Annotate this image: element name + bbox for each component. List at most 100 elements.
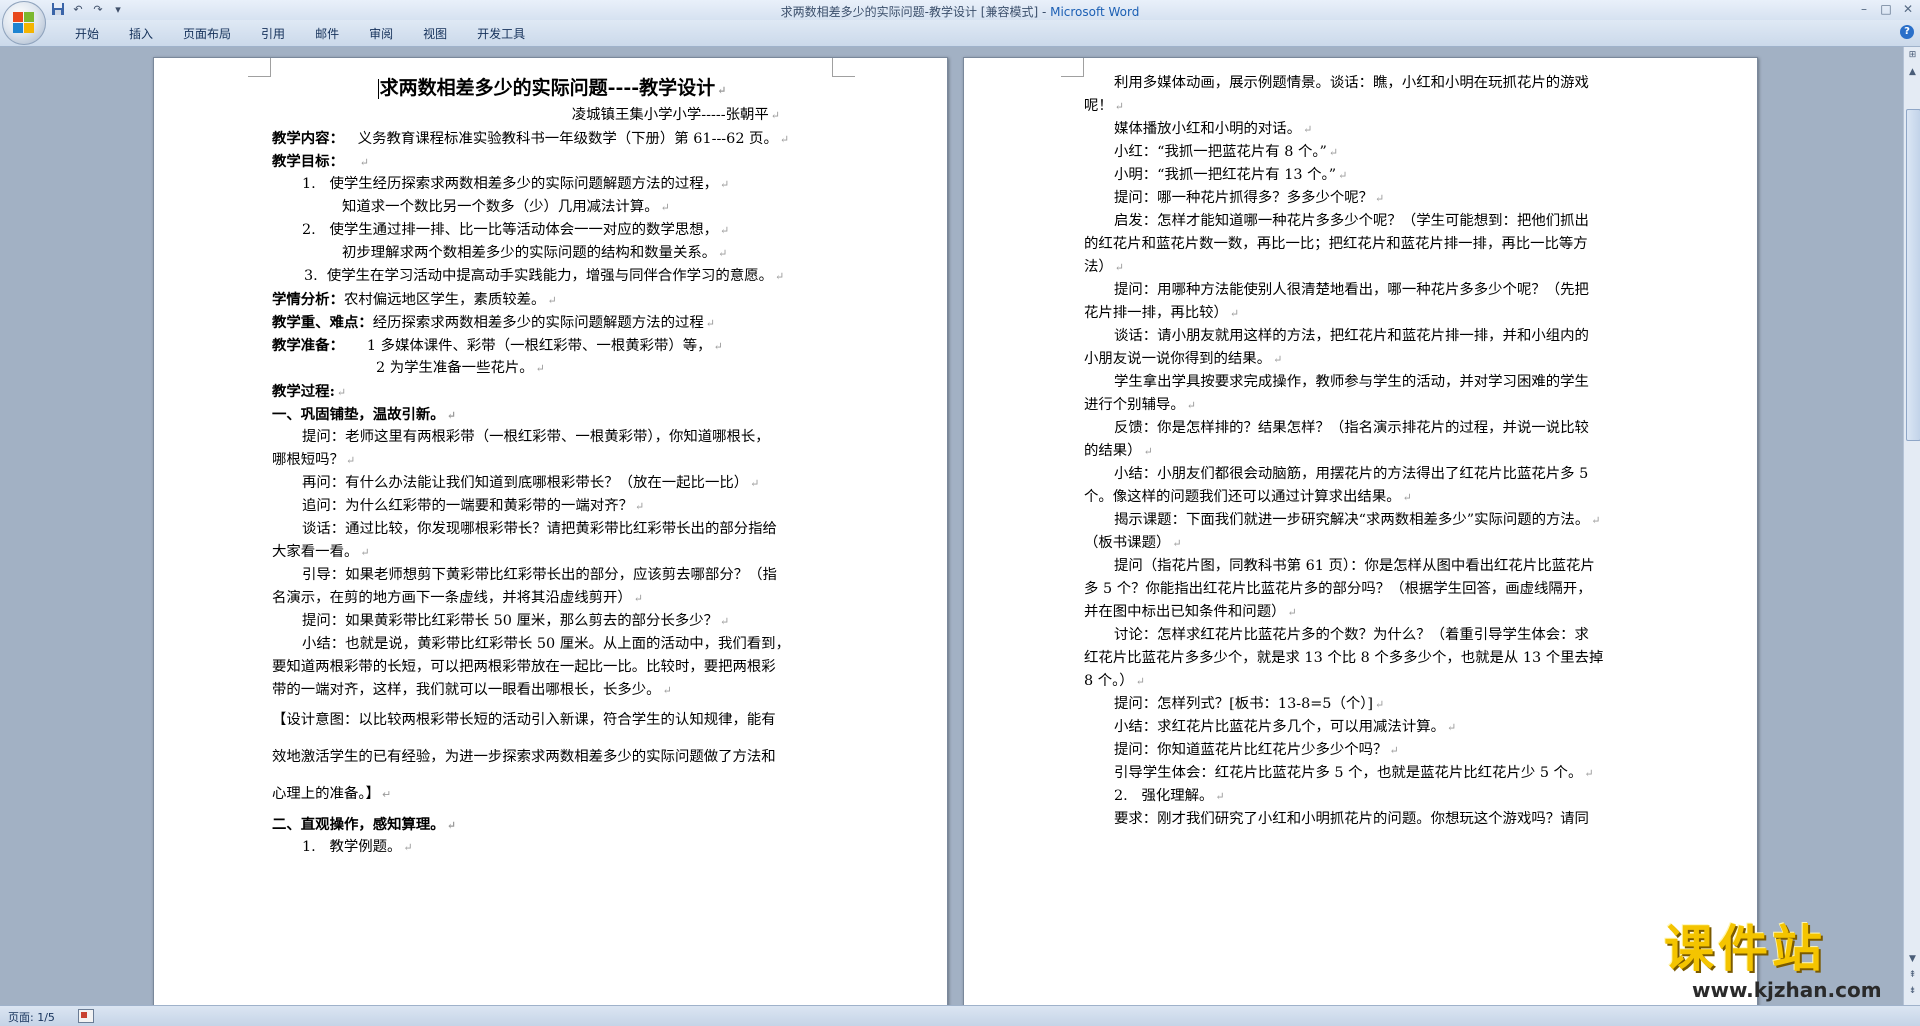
paragraph-line: 多 5 个？你能指出红花片比蓝花片多的部分吗？（根据学生回答，画虚线隔开， [1084,581,1592,597]
ribbon: 开始 插入 页面布局 引用 邮件 审阅 视图 开发工具 ? [0,20,1920,47]
tab-view[interactable]: 视图 [408,25,462,43]
macro-icon[interactable] [78,1009,94,1023]
paragraph-line: 小结：求红花片比蓝花片多几个，可以用减法计算。 ↵ [1114,719,1457,735]
goal-item-continued: 知道求一个数比另一个数多（少）几用减法计算。 ↵ [342,199,670,215]
document-title: 求两数相差多少的实际问题----教学设计 ↵ [377,77,727,99]
paragraph-line: 媒体播放小红和小明的对话。 ↵ [1114,121,1313,137]
close-icon[interactable]: ✕ [1900,1,1916,17]
watermark: 课件站 www.kjzhan.com [1662,922,1900,1004]
analysis-line: 学情分析：农村偏远地区学生，素质较差。 ↵ [272,291,557,308]
tab-references[interactable]: 引用 [246,25,300,43]
ruler-toggle-icon[interactable]: ⊞ [1905,48,1920,63]
preparation-line: 教学准备： 1 多媒体课件、彩带（一根红彩带、一根黄彩带）等， ↵ [272,337,723,354]
paragraph-line: 进行个别辅导。 ↵ [1084,397,1196,413]
document-area[interactable]: 求两数相差多少的实际问题----教学设计 ↵ 凌城镇王集小学小学-----张朝平 ↵… [0,47,1903,1005]
preparation-line-2: 2 为学生准备一些花片。 ↵ [376,360,545,376]
maximize-icon[interactable]: □ [1878,1,1894,17]
help-icon[interactable]: ? [1900,25,1914,39]
tab-page-layout[interactable]: 页面布局 [168,25,246,43]
paragraph-line: 的结果） ↵ [1084,443,1153,459]
paragraph-line: 小结：小朋友们都很会动脑筋，用摆花片的方法得出了红花片比蓝花片多 5 [1114,466,1589,482]
scrollbar-thumb[interactable] [1906,109,1920,441]
paragraph-line: 小朋友说一说你得到的结果。 ↵ [1084,351,1283,367]
tab-insert[interactable]: 插入 [114,25,168,43]
minimize-icon[interactable]: – [1856,1,1872,17]
margin-corner-mark [1061,58,1084,77]
paragraph-line: 提问：怎样列式？[板书：13-8=5（个）] ↵ [1114,696,1385,712]
goals-heading: 教学目标： ↵ [272,153,369,170]
paragraph-line: 引导学生体会：红花片比蓝花片多 5 个，也就是蓝花片比红花片少 5 个。 ↵ [1114,765,1594,781]
goal-item-continued: 初步理解求两个数相差多少的实际问题的结构和数量关系。 ↵ [342,245,728,261]
content-label: 教学内容： [272,130,344,147]
paragraph-line: 谈话：请小朋友就用这样的方法，把红花片和蓝花片排一排，并和小组内的 [1114,328,1589,344]
vertical-scrollbar[interactable]: ⊞ ▲ ▼ ⇞ ⇟ [1903,47,1920,1005]
design-note-line: 心理上的准备。】 ↵ [272,786,392,802]
margin-corner-mark [832,58,855,77]
margin-corner-mark [248,58,271,77]
paragraph-line: （板书课题） ↵ [1084,535,1182,551]
status-bar: 页面: 1/5 [0,1005,1920,1026]
next-page-icon[interactable]: ⇟ [1905,984,1920,999]
paragraph-line: 追问：为什么红彩带的一端要和黄彩带的一端对齐？ ↵ [302,498,645,514]
watermark-title: 课件站 [1664,920,1826,978]
scroll-up-icon[interactable]: ▲ [1905,65,1920,80]
document-page-2[interactable]: 利用多媒体动画，展示例题情景。谈话：瞧，小红和小明在玩抓花片的游戏呢！ ↵ 媒体播放… [963,57,1758,1005]
paragraph-line: 带的一端对齐，这样，我们就可以一眼看出哪根长，长多少。 ↵ [272,682,672,698]
paragraph-line: 并在图中标出已知条件和问题） ↵ [1084,604,1297,620]
key-points-line: 教学重、难点：经历探索求两数相差多少的实际问题解题方法的过程 ↵ [272,314,715,331]
paragraph-line: 谈话：通过比较，你发现哪根彩带长？请把黄彩带比红彩带长出的部分指给 [302,521,777,537]
author-line: 凌城镇王集小学小学-----张朝平 ↵ [571,107,780,123]
text-cursor [377,79,379,99]
paragraph-line: 提问：老师这里有两根彩带（一根红彩带、一根黄彩带），你知道哪根长， [302,429,770,445]
tab-home[interactable]: 开始 [60,25,114,43]
goal-item: 2. 使学生通过排一排、比一比等活动体会一一对应的数学思想， ↵ [302,222,730,238]
office-button[interactable] [2,1,46,45]
window-controls: – □ ✕ [1856,1,1916,17]
paragraph-line: 提问（指花片图，同教科书第 61 页）：你是怎样从图中看出红花片比蓝花片 [1114,558,1595,574]
paragraph-line: 哪根短吗？ ↵ [272,452,356,468]
section-heading: 一、巩固铺垫，温故引新。 ↵ [272,406,456,423]
tab-developer[interactable]: 开发工具 [462,25,540,43]
paragraph-line: 学生拿出学具按要求完成操作，教师参与学生的活动，并对学习困难的学生 [1114,374,1589,390]
content-text: 义务教育课程标准实验教科书一年级数学（下册）第 61---62 页。 [357,131,778,147]
window-title: 求两数相差多少的实际问题-教学设计 [兼容模式] - Microsoft Wor… [0,3,1920,20]
paragraph-line: 的红花片和蓝花片数一数，再比一比；把红花片和蓝花片排一排，再比一比等方 [1084,236,1588,252]
paragraph-line: 大家看一看。 ↵ [272,544,370,560]
paragraph-line: 呢！ ↵ [1084,98,1125,114]
paragraph-line: 反馈：你是怎样排的？结果怎样？（指名演示排花片的过程，并说一说比较 [1114,420,1589,436]
page-2-body: 利用多媒体动画，展示例题情景。谈话：瞧，小红和小明在玩抓花片的游戏呢！ ↵ 媒体播放… [1084,72,1644,831]
paragraph-line: 再问：有什么办法能让我们知道到底哪根彩带长？（放在一起比一比） ↵ [302,475,760,491]
paragraph-line: 小结：也就是说，黄彩带比红彩带长 50 厘米。从上面的活动中，我们看到， [302,636,790,652]
page-1-body: 求两数相差多少的实际问题----教学设计 ↵ 凌城镇王集小学小学-----张朝平 ↵… [272,72,832,859]
paragraph-line: 花片排一排，再比较） ↵ [1084,305,1240,321]
paragraph-line: 利用多媒体动画，展示例题情景。谈话：瞧，小红和小明在玩抓花片的游戏 [1114,75,1589,91]
paragraph-line: 8 个。） ↵ [1084,673,1145,689]
paragraph-line: 法） ↵ [1084,259,1125,275]
content-line: 教学内容： 义务教育课程标准实验教科书一年级数学（下册）第 61---62 页。… [272,130,790,147]
goal-item: 3. 使学生在学习活动中提高动手实践能力，增强与同伴合作学习的意愿。 ↵ [304,268,785,284]
paragraph-line: 揭示课题：下面我们就进一步研究解决“求两数相差多少”实际问题的方法。 ↵ [1114,512,1601,528]
paragraph-line: 2. 强化理解。 ↵ [1114,788,1225,804]
scroll-down-icon[interactable]: ▼ [1905,952,1920,967]
paragraph-line: 提问：用哪种方法能使别人很清楚地看出，哪一种花片多多少个呢？（先把 [1114,282,1589,298]
paragraph-line: 要知道两根彩带的长短，可以把两根彩带放在一起比一比。比较时，要把两根彩 [272,659,776,675]
office-button-icon [13,12,35,34]
paragraph-line: 引导：如果老师想剪下黄彩带比红彩带长出的部分，应该剪去哪部分？（指 [302,567,777,583]
previous-page-icon[interactable]: ⇞ [1905,968,1920,983]
goal-item: 1. 使学生经历探索求两数相差多少的实际问题解题方法的过程， ↵ [302,176,730,192]
document-name: 求两数相差多少的实际问题-教学设计 [兼容模式] - [780,5,1051,19]
paragraph-line: 名演示，在剪的地方画下一条虚线，并将其沿虚线剪开） ↵ [272,590,643,606]
watermark-url: www.kjzhan.com [1692,978,1882,1002]
page-indicator[interactable]: 页面: 1/5 [8,1009,55,1025]
tab-mailings[interactable]: 邮件 [300,25,354,43]
paragraph-line: 个。像这样的问题我们还可以通过计算求出结果。 ↵ [1084,489,1412,505]
paragraph-line: 要求：刚才我们研究了小红和小明抓花片的问题。你想玩这个游戏吗？请同 [1114,811,1589,827]
paragraph-line: 小红：“我抓一把蓝花片有 8 个。” ↵ [1114,144,1339,160]
tab-review[interactable]: 审阅 [354,25,408,43]
design-note-line: 【设计意图：以比较两根彩带长短的活动引入新课，符合学生的认知规律，能有 [272,712,776,728]
paragraph-line: 提问：如果黄彩带比红彩带长 50 厘米，那么剪去的部分长多少？ ↵ [302,613,730,629]
title-bar: ↶ ↷ ▾ 求两数相差多少的实际问题-教学设计 [兼容模式] - Microso… [0,0,1920,21]
design-note-line: 效地激活学生的已有经验，为进一步探索求两数相差多少的实际问题做了方法和 [272,749,776,765]
paragraph-line: 启发：怎样才能知道哪一种花片多多少个呢？（学生可能想到：把他们抓出 [1114,213,1589,229]
document-page-1[interactable]: 求两数相差多少的实际问题----教学设计 ↵ 凌城镇王集小学小学-----张朝平 ↵… [153,57,948,1005]
